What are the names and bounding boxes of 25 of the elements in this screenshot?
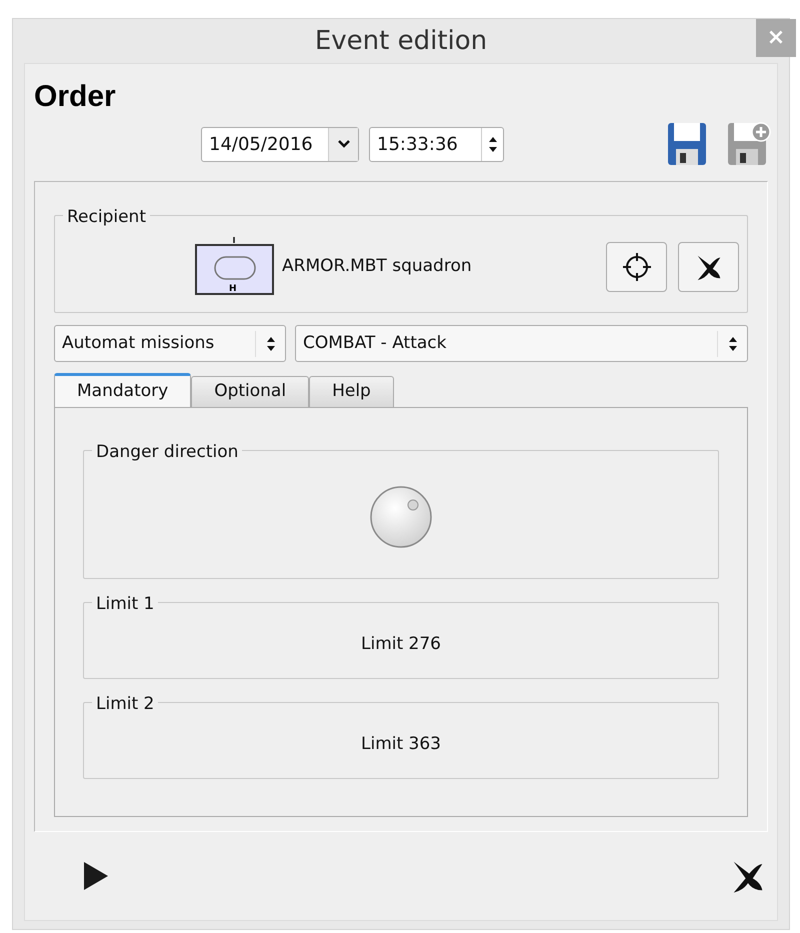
- save-as-icon[interactable]: [726, 121, 772, 167]
- order-heading: Order: [34, 80, 116, 113]
- combo-box[interactable]: COMBAT - Attack: [295, 325, 748, 362]
- play-icon[interactable]: [83, 861, 109, 891]
- unit-symbol-icon: [195, 237, 275, 297]
- up-down-icon: [728, 336, 738, 352]
- time-field[interactable]: 15:33:36: [369, 126, 504, 162]
- spin-down-icon[interactable]: [488, 146, 498, 152]
- chevron-down-icon[interactable]: [338, 140, 350, 148]
- unit-name: ARMOR.MBT squadron: [282, 255, 472, 278]
- clear-button[interactable]: [678, 242, 739, 292]
- date-field[interactable]: 14/05/2016: [201, 126, 359, 162]
- tab[interactable]: Mandatory: [54, 373, 192, 407]
- limit-value: Limit 276: [361, 632, 441, 656]
- spin-up-icon[interactable]: [488, 136, 498, 142]
- limit-value: Limit 363: [361, 732, 441, 756]
- target-button[interactable]: [606, 242, 667, 292]
- direction-knob[interactable]: [369, 484, 433, 548]
- up-down-icon: [266, 336, 276, 352]
- tab[interactable]: Help: [309, 376, 394, 407]
- combo-box[interactable]: Automat missions: [54, 325, 286, 362]
- crosshair-icon: [620, 251, 652, 283]
- tab[interactable]: Optional: [191, 376, 310, 407]
- unit-echelon-label: H: [229, 285, 237, 294]
- window-title: Event edition: [314, 24, 488, 58]
